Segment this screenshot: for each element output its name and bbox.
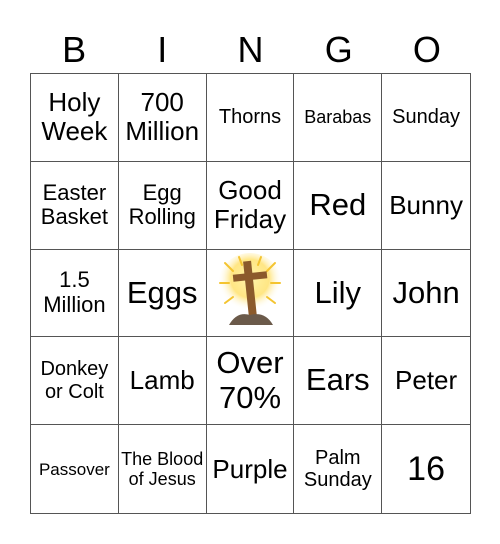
bingo-cell[interactable]: Holy Week	[31, 74, 119, 162]
bingo-cell[interactable]: Lily	[294, 249, 383, 338]
bingo-cell[interactable]: Red	[294, 161, 383, 250]
bingo-cell[interactable]: Bunny	[382, 162, 470, 250]
bingo-cell[interactable]: Over 70%	[206, 337, 295, 426]
free-space[interactable]	[206, 249, 295, 338]
bingo-cell[interactable]: Thorns	[206, 74, 295, 162]
bingo-cell[interactable]: John	[382, 250, 470, 338]
bingo-cell[interactable]: Palm Sunday	[294, 425, 383, 513]
bingo-cell[interactable]: Barabas	[294, 74, 383, 162]
cross-icon	[217, 252, 282, 325]
bingo-cell[interactable]: Eggs	[118, 249, 207, 338]
bingo-cell[interactable]: 16	[382, 425, 470, 513]
bingo-cell[interactable]: Ears	[294, 337, 383, 426]
header-letter-o: O	[412, 29, 441, 70]
bingo-cell[interactable]: Peter	[382, 337, 470, 426]
bingo-cell[interactable]: Lamb	[118, 337, 207, 426]
bingo-cell[interactable]: Passover	[31, 425, 119, 513]
bingo-cell[interactable]: Sunday	[382, 74, 470, 162]
bingo-cell[interactable]: 700 Million	[118, 74, 207, 162]
bingo-cell[interactable]: Good Friday	[206, 161, 295, 250]
header-letter-n: N	[237, 29, 264, 70]
bingo-header: B I N G O	[30, 26, 471, 74]
bingo-cell[interactable]: Easter Basket	[31, 161, 119, 250]
bingo-cell[interactable]: The Blood of Jesus	[119, 425, 207, 513]
bingo-cell[interactable]: Egg Rolling	[118, 161, 207, 250]
header-letter-i: I	[157, 29, 168, 70]
header-letter-b: B	[62, 29, 87, 70]
bingo-cell[interactable]: 1.5 Million	[31, 249, 119, 338]
bingo-cell[interactable]: Purple	[207, 425, 295, 513]
bingo-cell[interactable]: Donkey or Colt	[31, 337, 119, 426]
header-letter-g: G	[324, 29, 353, 70]
bingo-grid: Holy Week 700 Million Thorns Barabas Sun…	[30, 73, 471, 514]
